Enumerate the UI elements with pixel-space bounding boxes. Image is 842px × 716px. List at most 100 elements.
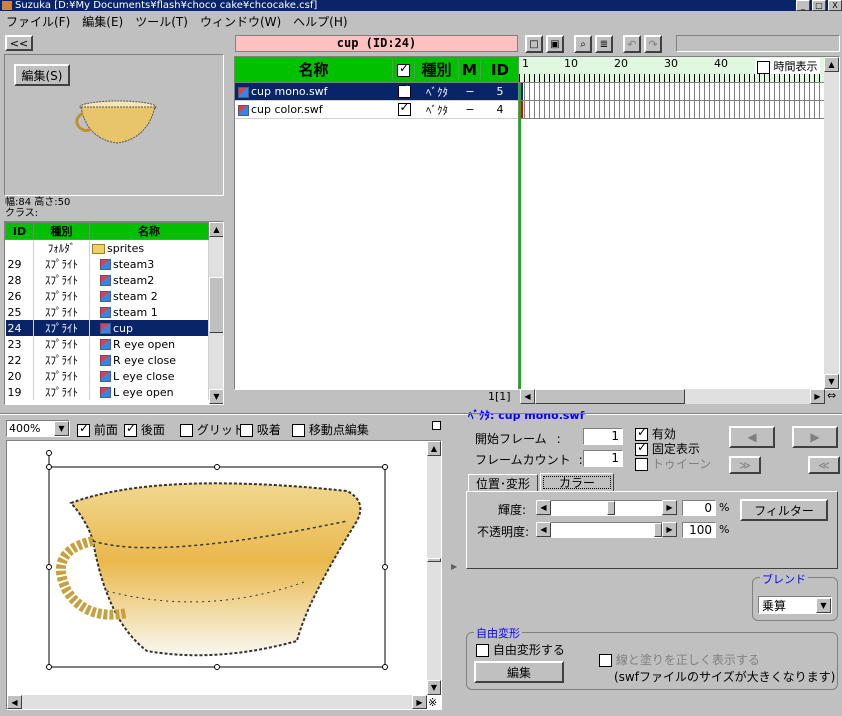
list-scrollbar[interactable]: ▲ ▼ — [209, 222, 223, 404]
brightness-track[interactable] — [551, 500, 662, 516]
table-row[interactable]: 26 ｽﾌﾟﾗｲﾄ steam 2 — [5, 288, 209, 304]
list-icon[interactable]: ≣ — [595, 35, 613, 53]
time-display-toggle[interactable]: 時間表示 — [755, 58, 820, 74]
zoom-icon[interactable]: ⌕ — [574, 35, 592, 53]
undo-icon[interactable]: ↶ — [623, 35, 641, 53]
col-id[interactable]: ID — [5, 222, 34, 240]
scroll-down-icon[interactable]: ▼ — [209, 389, 223, 404]
line-fill-toggle[interactable]: 線と塗りを正しく表示する — [599, 651, 760, 668]
opacity-track[interactable] — [551, 522, 662, 538]
zoom-select[interactable]: 400% ▼ — [6, 420, 70, 437]
playhead[interactable] — [519, 83, 521, 389]
tab-color[interactable]: カラー — [540, 473, 614, 492]
front-checkbox[interactable] — [77, 421, 90, 437]
brightness-right-icon[interactable]: ▶ — [662, 500, 677, 515]
save-icon[interactable]: ▣ — [546, 35, 564, 53]
visible-all-checkbox[interactable] — [397, 61, 410, 77]
rewind-button[interactable]: ≪ — [808, 456, 840, 474]
layer-row[interactable]: cup mono.swf ﾍﾞｸﾀ − 5 — [235, 83, 519, 101]
tween-checkbox[interactable] — [635, 458, 648, 471]
timeline-vscroll[interactable]: ▲ ▼ — [824, 57, 839, 389]
opacity-input[interactable]: 100 — [682, 522, 716, 538]
col-name[interactable]: 名称 — [89, 222, 209, 240]
prev-frame-button[interactable]: ◀ — [729, 426, 775, 448]
table-row[interactable]: 20 ｽﾌﾟﾗｲﾄ L eye close — [5, 368, 209, 384]
tl-scroll-right-icon[interactable]: ▶ — [810, 389, 825, 404]
tl-scroll-left-icon[interactable]: ◀ — [520, 389, 535, 404]
menu-window[interactable]: ウィンドウ(W) — [194, 13, 287, 30]
frame-count-input[interactable]: 1 — [583, 450, 623, 467]
minimize-button[interactable]: _ — [796, 0, 810, 11]
opacity-right-icon[interactable]: ▶ — [662, 522, 677, 537]
move-point-checkbox[interactable] — [292, 424, 305, 437]
timeline-row-1[interactable] — [519, 83, 839, 101]
menu-help[interactable]: ヘルプ(H) — [287, 13, 353, 30]
table-row[interactable]: 22 ｽﾌﾟﾗｲﾄ R eye close — [5, 352, 209, 368]
stage-expand-icon[interactable] — [432, 421, 441, 430]
redo-icon[interactable]: ↷ — [644, 35, 662, 53]
scroll-up-icon[interactable]: ▲ — [209, 222, 223, 237]
move-point-toggle[interactable]: 移動点編集 — [292, 421, 369, 438]
opacity-left-icon[interactable]: ◀ — [536, 522, 551, 537]
stage-scroll-down-icon[interactable]: ▼ — [427, 680, 441, 695]
edit-symbol-button[interactable]: 編集(S) — [14, 64, 70, 86]
snap-checkbox[interactable] — [240, 424, 253, 437]
start-frame-input[interactable]: 1 — [583, 428, 623, 445]
timeline-row-2[interactable] — [519, 101, 839, 119]
layer-visible-checkbox[interactable] — [397, 85, 411, 99]
stage-canvas[interactable]: ▲ ▼ ◀ ▶ — [6, 440, 442, 710]
tween-toggle[interactable]: トゥイーン — [635, 455, 711, 472]
table-row[interactable]: 28 ｽﾌﾟﾗｲﾄ steam2 — [5, 272, 209, 288]
tab-position[interactable]: 位置･変形 — [468, 474, 538, 492]
free-transform-edit-button[interactable]: 編集 — [474, 661, 564, 683]
table-row[interactable]: 24 ｽﾌﾟﾗｲﾄ cup — [5, 320, 209, 336]
maximize-button[interactable]: □ — [812, 0, 826, 11]
tl-hscroll-thumb[interactable] — [535, 389, 685, 404]
stage-scroll-up-icon[interactable]: ▲ — [427, 441, 441, 456]
toolbar-field[interactable] — [676, 35, 840, 52]
resize-icon[interactable]: ⇔ — [827, 389, 836, 402]
front-toggle[interactable]: 前面 — [77, 421, 118, 438]
new-doc-icon[interactable]: □ — [525, 35, 543, 53]
line-fill-checkbox[interactable] — [599, 654, 612, 667]
filter-button[interactable]: フィルター — [740, 499, 828, 521]
stage-scroll-left-icon[interactable]: ◀ — [7, 695, 22, 709]
stage-vscroll-thumb[interactable] — [427, 558, 441, 562]
menu-file[interactable]: ファイル(F) — [0, 13, 76, 30]
table-row[interactable]: 19 ｽﾌﾟﾗｲﾄ L eye open — [5, 384, 209, 400]
stage-hscroll[interactable]: ◀ ▶ — [7, 695, 427, 709]
layer-col-m[interactable]: M — [459, 60, 481, 79]
grid-checkbox[interactable] — [180, 424, 193, 437]
menu-tools[interactable]: ツール(T) — [129, 13, 194, 30]
props-expand-icon[interactable]: ▶ — [451, 562, 457, 571]
table-row[interactable]: 29 ｽﾌﾟﾗｲﾄ steam3 — [5, 256, 209, 272]
layer-visible-checkbox[interactable] — [397, 103, 411, 117]
layer-col-type[interactable]: 種別 — [415, 59, 459, 80]
opacity-slider[interactable]: ◀ ▶ — [536, 522, 677, 538]
stage-corner-icon[interactable]: ※ — [428, 696, 437, 709]
brightness-slider[interactable]: ◀ ▶ — [536, 500, 677, 516]
blend-select[interactable]: 乗算 ▼ — [758, 596, 832, 614]
free-transform-checkbox[interactable] — [476, 644, 489, 657]
next-frame-button[interactable]: ▶ — [792, 426, 838, 448]
col-type[interactable]: 種別 — [33, 222, 90, 240]
stage-scroll-right-icon[interactable]: ▶ — [412, 695, 427, 709]
snap-toggle[interactable]: 吸着 — [240, 421, 281, 438]
free-transform-toggle[interactable]: 自由変形する — [476, 641, 565, 658]
menu-edit[interactable]: 編集(E) — [76, 13, 129, 30]
scroll-thumb[interactable] — [209, 277, 223, 333]
stage-vscroll[interactable]: ▲ ▼ — [427, 441, 441, 695]
close-button[interactable]: X — [828, 0, 842, 11]
table-row[interactable]: 25 ｽﾌﾟﾗｲﾄ steam 1 — [5, 304, 209, 320]
collapse-button[interactable]: << — [5, 35, 33, 51]
brightness-thumb[interactable] — [606, 501, 615, 515]
brightness-input[interactable]: 0 — [682, 500, 716, 516]
opacity-thumb[interactable] — [654, 523, 662, 537]
layer-col-name[interactable]: 名称 — [235, 59, 393, 80]
layer-col-id[interactable]: ID — [481, 61, 519, 79]
tl-scroll-down-icon[interactable]: ▼ — [824, 374, 839, 389]
zoom-dropdown-icon[interactable]: ▼ — [54, 421, 69, 436]
timeline-hscroll[interactable]: ◀ ▶ — [520, 389, 825, 404]
table-row[interactable]: ﾌｫﾙﾀﾞ sprites — [5, 239, 209, 256]
tl-scroll-up-icon[interactable]: ▲ — [824, 57, 839, 72]
